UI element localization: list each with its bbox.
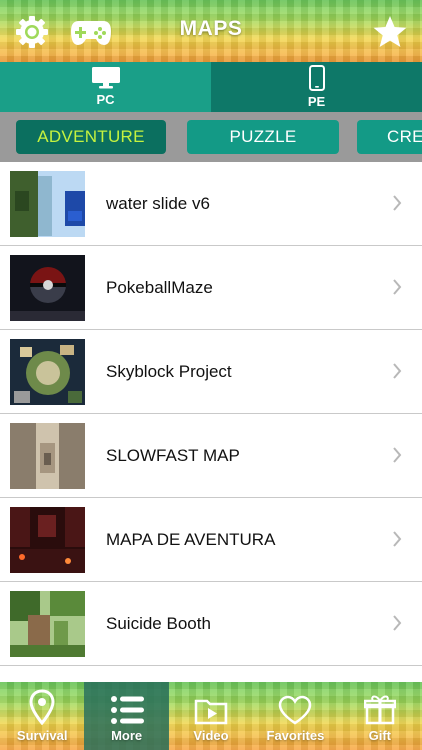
tab-pe-label: PE [307, 94, 326, 109]
map-name: water slide v6 [106, 194, 210, 213]
gift-icon [363, 695, 396, 725]
chevron-right-icon [393, 447, 402, 463]
map-name: MAPA DE AVENTURA [106, 530, 276, 549]
list-item[interactable]: SLOWFAST MAP [0, 414, 422, 498]
tab-pc-label: PC [96, 92, 115, 107]
page-title: MAPS [179, 17, 243, 40]
platform-tabs: PC PE [0, 62, 422, 112]
map-thumbnail [10, 339, 85, 405]
category-adventure[interactable]: ADVENTURE [16, 120, 166, 154]
heart-icon [279, 695, 312, 725]
top-header: MAPS [0, 0, 422, 62]
list-item[interactable]: water slide v6 [0, 162, 422, 246]
map-name: Skyblock Project [106, 362, 232, 381]
chevron-right-icon [393, 279, 402, 295]
category-bar: ADVENTURE PUZZLE CRE [0, 112, 422, 162]
chevron-right-icon [393, 615, 402, 631]
tab-more-label: More [111, 728, 143, 743]
map-pin-icon [29, 689, 55, 725]
list-item[interactable]: MAPA DE AVENTURA [0, 498, 422, 582]
category-puzzle[interactable]: PUZZLE [187, 120, 339, 154]
tab-more[interactable]: More [84, 682, 169, 750]
chevron-right-icon [393, 195, 402, 211]
list-icon [110, 696, 144, 724]
tab-favorites-label: Favorites [266, 728, 325, 743]
tab-pc[interactable]: PC [0, 62, 211, 112]
map-name: PokeballMaze [106, 278, 213, 297]
map-thumbnail [10, 171, 85, 237]
map-thumbnail [10, 423, 85, 489]
map-thumbnail [10, 591, 85, 657]
chevron-right-icon [393, 531, 402, 547]
tab-gift-label: Gift [368, 728, 392, 743]
list-item[interactable]: PokeballMaze [0, 246, 422, 330]
map-thumbnail [10, 255, 85, 321]
tab-pe[interactable]: PE [211, 62, 422, 112]
map-name: SLOWFAST MAP [106, 446, 240, 465]
tab-survival[interactable]: Survival [0, 682, 84, 750]
map-thumbnail [10, 507, 85, 573]
map-name: Suicide Booth [106, 614, 211, 633]
list-item[interactable]: Skyblock Project [0, 330, 422, 414]
tab-gift[interactable]: Gift [338, 682, 422, 750]
map-list: water slide v6 PokeballMaze Skyblock Pro… [0, 162, 422, 666]
chevron-right-icon [393, 363, 402, 379]
star-icon[interactable] [370, 12, 410, 52]
phone-icon [308, 65, 325, 91]
tab-favorites[interactable]: Favorites [253, 682, 337, 750]
tab-video[interactable]: Video [169, 682, 253, 750]
video-folder-icon [194, 699, 228, 725]
tab-survival-label: Survival [16, 728, 68, 743]
tab-video-label: Video [193, 728, 229, 743]
bottom-tab-bar: Survival More Video Favorites Gift [0, 682, 422, 750]
monitor-icon [91, 67, 120, 89]
category-creative[interactable]: CRE [357, 120, 422, 154]
list-item[interactable]: Suicide Booth [0, 582, 422, 666]
